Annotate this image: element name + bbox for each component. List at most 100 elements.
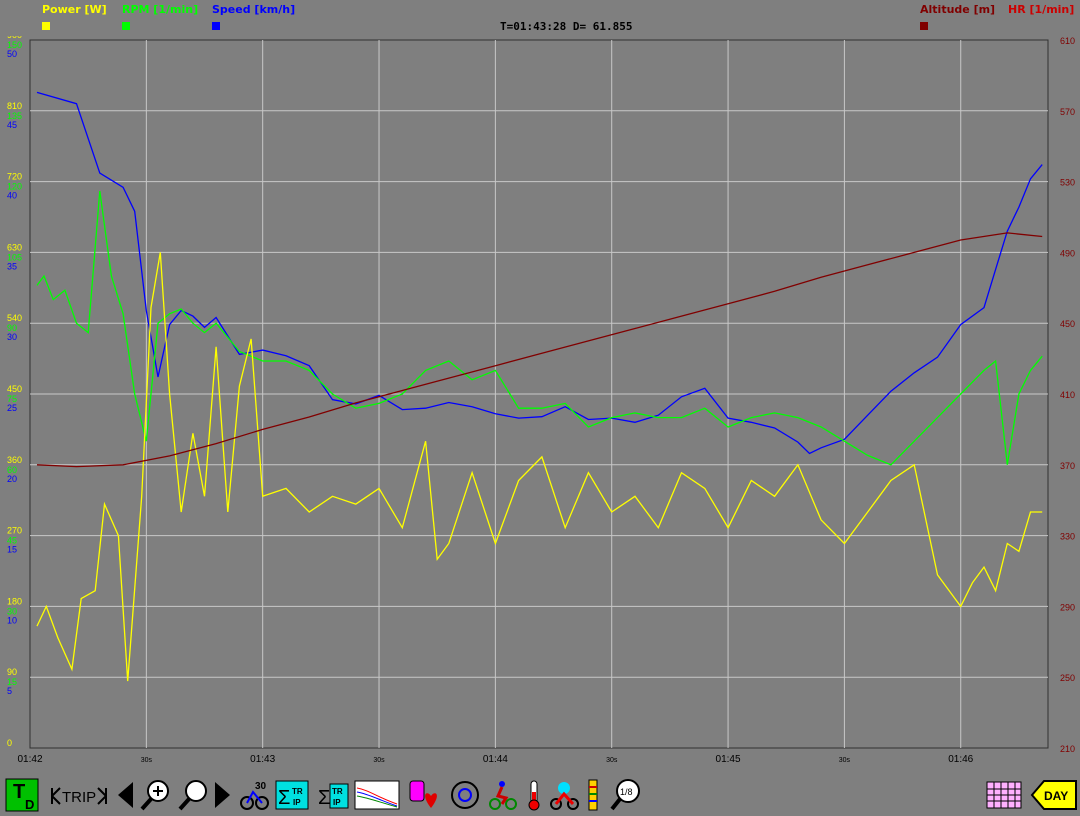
y-tick-speed: 25 bbox=[7, 403, 17, 413]
sum-trip-alt-button[interactable]: Σ TR IP bbox=[314, 778, 350, 812]
arrow-right-icon bbox=[215, 782, 230, 808]
series-line bbox=[36, 91, 1043, 455]
arrow-left-icon bbox=[118, 782, 133, 808]
y-tick-power: 180 bbox=[7, 596, 22, 606]
y-tick-speed: 35 bbox=[7, 261, 17, 271]
zoom-out-button[interactable] bbox=[176, 778, 212, 812]
y-tick-power: 0 bbox=[7, 738, 12, 748]
zoom-ratio-label: 1/8 bbox=[620, 787, 633, 797]
y-tick-right: 490 bbox=[1060, 248, 1075, 258]
scroll-left-button[interactable] bbox=[114, 778, 136, 812]
y-tick-right: 250 bbox=[1060, 673, 1075, 683]
y-tick-power: 720 bbox=[7, 172, 22, 182]
series-line bbox=[36, 190, 1043, 466]
ride-chart[interactable]: 01:42 30s 01:43 30s 01:44 30s 01:45 30s 01:46 0 90… bbox=[0, 36, 1080, 776]
toolbar: TD TRIP 30 Σ TR IP Σ TR IP 1/8 DAY bbox=[0, 776, 1080, 816]
series-line bbox=[36, 232, 1043, 468]
y-tick-right: 330 bbox=[1060, 532, 1075, 542]
y-tick-power: 630 bbox=[7, 242, 22, 252]
svg-text:IP: IP bbox=[293, 798, 301, 807]
legend-swatch-speed bbox=[212, 22, 220, 30]
y-tick-right: 610 bbox=[1060, 36, 1075, 46]
scroll-right-button[interactable] bbox=[212, 778, 234, 812]
x-tick-label: 01:46 bbox=[948, 754, 973, 765]
legend-speed: Speed [km/h] bbox=[212, 3, 296, 16]
rider-icon bbox=[489, 781, 517, 810]
sum-trip-icon: Σ TR IP bbox=[275, 780, 309, 810]
x-tick-label: 01:42 bbox=[17, 754, 42, 765]
heart-rate-icon bbox=[409, 780, 437, 808]
svg-text:T: T bbox=[13, 781, 25, 803]
gears-button[interactable] bbox=[582, 778, 604, 812]
legend-hr: HR [1/min] bbox=[1008, 3, 1075, 16]
x-tick-label: 30s bbox=[141, 757, 153, 764]
y-tick-right: 370 bbox=[1060, 461, 1075, 471]
legend-swatch-altitude bbox=[920, 22, 928, 30]
x-tick-label: 01:44 bbox=[483, 754, 508, 765]
temperature-button[interactable] bbox=[522, 778, 548, 812]
day-button[interactable]: DAY bbox=[1030, 778, 1078, 812]
time-distance-button[interactable]: TD bbox=[4, 778, 40, 812]
heart-rate-button[interactable] bbox=[406, 778, 442, 812]
zoom-in-button[interactable] bbox=[138, 778, 174, 812]
trip-icon: TRIP bbox=[51, 787, 107, 806]
rider-settings-button[interactable] bbox=[486, 778, 520, 812]
y-tick-power: 450 bbox=[7, 384, 22, 394]
cyclist-lap-icon: 30 bbox=[240, 781, 269, 810]
x-tick-label: 01:45 bbox=[716, 754, 741, 765]
calendar-icon bbox=[986, 781, 1022, 809]
y-tick-right: 570 bbox=[1060, 107, 1075, 117]
lap-label: 30 bbox=[255, 781, 267, 792]
weather-ride-button[interactable] bbox=[548, 778, 582, 812]
x-tick-label: 30s bbox=[606, 757, 618, 764]
legend-power: Power [W] bbox=[42, 3, 107, 16]
y-tick-speed: 20 bbox=[7, 474, 17, 484]
sum-trip-alt-icon: Σ TR IP bbox=[318, 783, 349, 809]
y-tick-speed: 40 bbox=[7, 191, 17, 201]
svg-text:TR: TR bbox=[292, 787, 303, 796]
y-tick-speed: 50 bbox=[7, 49, 17, 59]
day-icon: DAY bbox=[1030, 780, 1077, 810]
lap-button[interactable]: 30 bbox=[238, 778, 272, 812]
day-label: DAY bbox=[1044, 789, 1068, 803]
y-tick-power: 360 bbox=[7, 455, 22, 465]
x-tick-label: 30s bbox=[373, 757, 385, 764]
time-distance-readout: T=01:43:28 D= 61.855 bbox=[500, 20, 633, 33]
y-tick-right: 210 bbox=[1060, 744, 1075, 754]
chart-header: Power [W] RPM [1/min] Speed [km/h] T=01:… bbox=[0, 0, 1080, 36]
x-tick-label: 30s bbox=[839, 757, 851, 764]
sum-trip-button[interactable]: Σ TR IP bbox=[274, 778, 310, 812]
wheel-button[interactable] bbox=[448, 778, 482, 812]
trip-button[interactable]: TRIP bbox=[48, 778, 110, 812]
y-tick-power: 540 bbox=[7, 313, 22, 323]
td-icon: TD bbox=[5, 778, 39, 812]
svg-text:Σ: Σ bbox=[318, 787, 330, 809]
legend-altitude: Altitude [m] bbox=[920, 3, 996, 16]
y-tick-speed: 45 bbox=[7, 120, 17, 130]
y-tick-speed: 30 bbox=[7, 332, 17, 342]
legend-rpm: RPM [1/min] bbox=[122, 3, 199, 16]
x-tick-label: 01:43 bbox=[250, 754, 275, 765]
svg-text:TR: TR bbox=[332, 787, 343, 796]
weather-cyclist-icon bbox=[550, 782, 579, 810]
zoom-ratio-icon: 1/8 bbox=[610, 779, 640, 811]
y-tick-speed: 10 bbox=[7, 615, 17, 625]
y-tick-right: 450 bbox=[1060, 319, 1075, 329]
svg-text:Σ: Σ bbox=[278, 787, 290, 809]
gears-icon bbox=[588, 779, 598, 811]
y-tick-speed: 5 bbox=[7, 686, 12, 696]
y-tick-power: 90 bbox=[7, 667, 17, 677]
y-tick-right: 530 bbox=[1060, 178, 1075, 188]
calendar-button[interactable] bbox=[984, 778, 1024, 812]
zoom-in-icon bbox=[140, 780, 169, 811]
wheel-icon bbox=[451, 781, 479, 809]
y-tick-right: 290 bbox=[1060, 602, 1075, 612]
y-tick-power: 810 bbox=[7, 101, 22, 111]
thermometer-icon bbox=[528, 780, 540, 811]
zoom-ratio-button[interactable]: 1/8 bbox=[608, 778, 644, 812]
graph-view-button[interactable] bbox=[354, 778, 400, 812]
graph-view-icon bbox=[354, 780, 400, 810]
y-tick-power: 270 bbox=[7, 526, 22, 536]
svg-text:D: D bbox=[25, 797, 34, 812]
trip-label: TRIP bbox=[62, 789, 96, 806]
